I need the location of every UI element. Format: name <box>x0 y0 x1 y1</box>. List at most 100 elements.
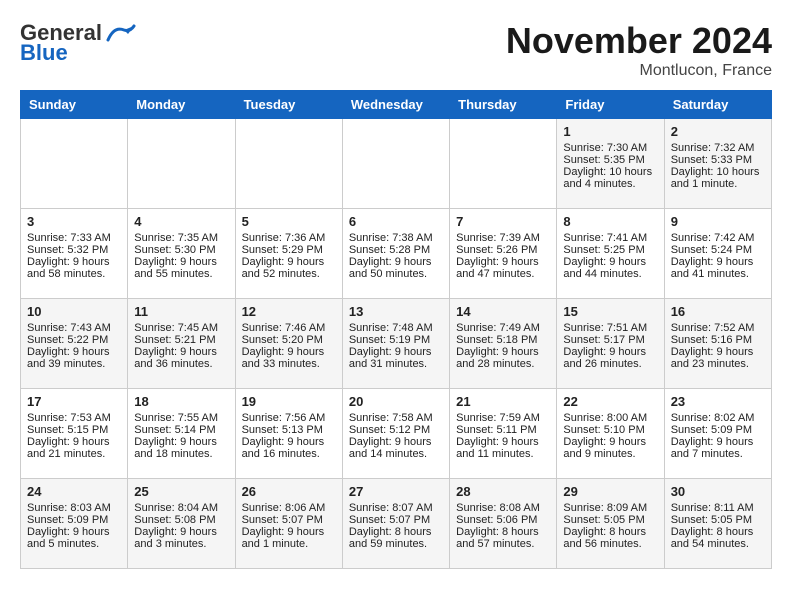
day-cell: 27 Sunrise: 8:07 AMSunset: 5:07 PMDayligh… <box>342 479 449 569</box>
day-info: Sunset: 5:05 PM <box>563 514 657 526</box>
day-info: and 33 minutes. <box>242 358 336 370</box>
day-info: and 54 minutes. <box>671 538 765 550</box>
day-info: Sunset: 5:09 PM <box>671 424 765 436</box>
day-info: and 1 minute. <box>671 178 765 190</box>
day-info: Sunset: 5:15 PM <box>27 424 121 436</box>
day-info: Daylight: 9 hours <box>349 346 443 358</box>
day-info: and 9 minutes. <box>563 448 657 460</box>
day-info: and 52 minutes. <box>242 268 336 280</box>
day-number: 15 <box>563 304 657 319</box>
day-cell: 7Sunrise: 7:39 AMSunset: 5:26 PMDaylight… <box>450 209 557 299</box>
day-info: and 31 minutes. <box>349 358 443 370</box>
day-info: Sunset: 5:07 PM <box>349 514 443 526</box>
day-number: 30 <box>671 484 765 499</box>
day-info: Sunrise: 7:53 AM <box>27 412 121 424</box>
day-info: Sunset: 5:30 PM <box>134 244 228 256</box>
day-info: Sunset: 5:11 PM <box>456 424 550 436</box>
day-cell <box>21 119 128 209</box>
day-number: 27 <box>349 484 443 499</box>
day-number: 6 <box>349 214 443 229</box>
day-info: Sunrise: 8:03 AM <box>27 502 121 514</box>
week-row-2: 3Sunrise: 7:33 AMSunset: 5:32 PMDaylight… <box>21 209 772 299</box>
day-number: 23 <box>671 394 765 409</box>
day-cell <box>342 119 449 209</box>
day-info: and 47 minutes. <box>456 268 550 280</box>
day-info: Sunset: 5:35 PM <box>563 154 657 166</box>
day-info: and 41 minutes. <box>671 268 765 280</box>
day-info: Sunrise: 7:38 AM <box>349 232 443 244</box>
day-number: 11 <box>134 304 228 319</box>
week-row-5: 24Sunrise: 8:03 AMSunset: 5:09 PMDayligh… <box>21 479 772 569</box>
day-info: Daylight: 9 hours <box>242 256 336 268</box>
day-cell <box>235 119 342 209</box>
day-cell: 17Sunrise: 7:53 AMSunset: 5:15 PMDayligh… <box>21 389 128 479</box>
day-number: 13 <box>349 304 443 319</box>
day-cell: 16Sunrise: 7:52 AMSunset: 5:16 PMDayligh… <box>664 299 771 389</box>
day-cell: 2Sunrise: 7:32 AMSunset: 5:33 PMDaylight… <box>664 119 771 209</box>
day-cell: 25Sunrise: 8:04 AMSunset: 5:08 PMDayligh… <box>128 479 235 569</box>
day-info: and 56 minutes. <box>563 538 657 550</box>
day-info: Sunset: 5:18 PM <box>456 334 550 346</box>
day-info: Sunset: 5:24 PM <box>671 244 765 256</box>
day-info: Sunset: 5:21 PM <box>134 334 228 346</box>
day-info: and 5 minutes. <box>27 538 121 550</box>
day-info: and 58 minutes. <box>27 268 121 280</box>
day-info: and 39 minutes. <box>27 358 121 370</box>
day-info: and 16 minutes. <box>242 448 336 460</box>
day-number: 20 <box>349 394 443 409</box>
day-cell: 13 Sunrise: 7:48 AMSunset: 5:19 PMDayligh… <box>342 299 449 389</box>
day-info: and 50 minutes. <box>349 268 443 280</box>
day-number: 5 <box>242 214 336 229</box>
day-info: Sunset: 5:17 PM <box>563 334 657 346</box>
day-cell: 10Sunrise: 7:43 AMSunset: 5:22 PMDayligh… <box>21 299 128 389</box>
day-info: Daylight: 9 hours <box>671 256 765 268</box>
week-row-1: 1Sunrise: 7:30 AMSunset: 5:35 PMDaylight… <box>21 119 772 209</box>
calendar-header: SundayMondayTuesdayWednesdayThursdayFrid… <box>21 91 772 119</box>
day-info: and 14 minutes. <box>349 448 443 460</box>
day-info: Daylight: 9 hours <box>134 346 228 358</box>
day-info: Sunrise: 7:48 AM <box>349 322 443 334</box>
day-info: Sunrise: 8:07 AM <box>349 502 443 514</box>
day-number: 22 <box>563 394 657 409</box>
day-cell: 9Sunrise: 7:42 AMSunset: 5:24 PMDaylight… <box>664 209 771 299</box>
header-cell-saturday: Saturday <box>664 91 771 119</box>
day-info: Sunrise: 8:00 AM <box>563 412 657 424</box>
day-info: Sunset: 5:07 PM <box>242 514 336 526</box>
day-info: Sunrise: 7:51 AM <box>563 322 657 334</box>
day-number: 2 <box>671 124 765 139</box>
day-info: Sunrise: 7:41 AM <box>563 232 657 244</box>
day-info: Sunrise: 7:49 AM <box>456 322 550 334</box>
day-info: Sunset: 5:12 PM <box>349 424 443 436</box>
day-cell: 26Sunrise: 8:06 AMSunset: 5:07 PMDayligh… <box>235 479 342 569</box>
day-cell: 6Sunrise: 7:38 AMSunset: 5:28 PMDaylight… <box>342 209 449 299</box>
week-row-4: 17Sunrise: 7:53 AMSunset: 5:15 PMDayligh… <box>21 389 772 479</box>
day-cell: 1Sunrise: 7:30 AMSunset: 5:35 PMDaylight… <box>557 119 664 209</box>
day-number: 16 <box>671 304 765 319</box>
day-info: Sunset: 5:19 PM <box>349 334 443 346</box>
day-info: Sunrise: 7:43 AM <box>27 322 121 334</box>
day-info: Daylight: 9 hours <box>456 346 550 358</box>
day-cell: 3Sunrise: 7:33 AMSunset: 5:32 PMDaylight… <box>21 209 128 299</box>
calendar-body: 1Sunrise: 7:30 AMSunset: 5:35 PMDaylight… <box>21 119 772 569</box>
day-number: 10 <box>27 304 121 319</box>
day-info: Daylight: 9 hours <box>563 346 657 358</box>
day-info: Daylight: 9 hours <box>242 436 336 448</box>
day-cell: 30Sunrise: 8:11 AMSunset: 5:05 PMDayligh… <box>664 479 771 569</box>
header-cell-thursday: Thursday <box>450 91 557 119</box>
day-info: Daylight: 9 hours <box>671 436 765 448</box>
day-info: Daylight: 8 hours <box>349 526 443 538</box>
day-info: Sunrise: 8:02 AM <box>671 412 765 424</box>
day-cell: 18Sunrise: 7:55 AMSunset: 5:14 PMDayligh… <box>128 389 235 479</box>
day-number: 14 <box>456 304 550 319</box>
day-info: and 7 minutes. <box>671 448 765 460</box>
day-info: Sunrise: 7:56 AM <box>242 412 336 424</box>
day-info: and 1 minute. <box>242 538 336 550</box>
week-row-3: 10Sunrise: 7:43 AMSunset: 5:22 PMDayligh… <box>21 299 772 389</box>
day-info: and 3 minutes. <box>134 538 228 550</box>
header-cell-wednesday: Wednesday <box>342 91 449 119</box>
day-info: and 11 minutes. <box>456 448 550 460</box>
day-info: Daylight: 9 hours <box>456 256 550 268</box>
day-info: Daylight: 9 hours <box>27 436 121 448</box>
day-info: Sunrise: 7:42 AM <box>671 232 765 244</box>
day-info: Daylight: 10 hours <box>563 166 657 178</box>
